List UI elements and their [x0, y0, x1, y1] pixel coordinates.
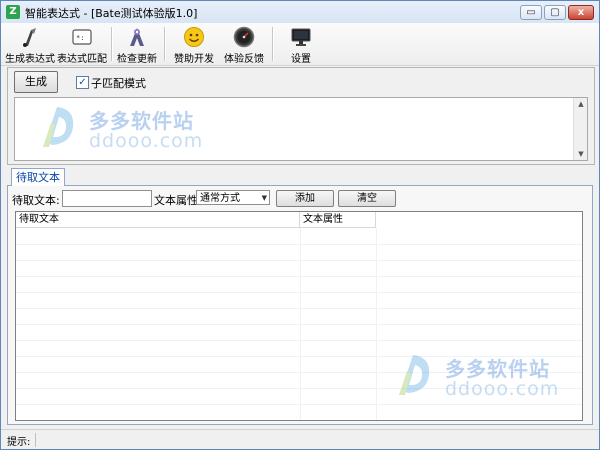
grid-line — [16, 356, 582, 357]
feedback-gauge-icon — [233, 26, 255, 48]
grid-line — [16, 260, 582, 261]
add-button[interactable]: 添加 — [276, 190, 334, 207]
grid-line — [16, 372, 582, 373]
app-icon: Z — [6, 5, 20, 19]
toolbar-generate-expression-button[interactable]: 生成表达式 — [5, 25, 55, 65]
app-window: Z 智能表达式 - [Bate测试体验版1.0] ▭ ▢ x 生成表达式 *: … — [0, 0, 600, 450]
toolbar-settings-button[interactable]: 设置 — [281, 25, 321, 65]
status-label: 提示: — [7, 437, 31, 448]
status-separator — [35, 433, 36, 447]
match-expression-icon: *: — [72, 29, 92, 45]
title-bar[interactable]: Z 智能表达式 - [Bate测试体验版1.0] ▭ ▢ x — [1, 1, 599, 24]
monitor-settings-icon — [291, 28, 311, 46]
toolbar: 生成表达式 *: 表达式匹配 检查更新 赞助开发 体验反馈 设置 — [1, 23, 599, 66]
output-area-frame: ▲ ▼ — [14, 97, 588, 161]
toolbar-label: 赞助开发 — [174, 54, 214, 65]
grid-line — [16, 324, 582, 325]
svg-text:*:: *: — [76, 34, 84, 42]
output-scrollbar[interactable]: ▲ ▼ — [573, 98, 587, 160]
tab-page: 待取文本: 文本属性: 通常方式 ▼ 添加 清空 待取文本 文本属性 — [7, 185, 593, 425]
toolbar-sponsor-button[interactable]: 赞助开发 — [171, 25, 217, 65]
submatch-mode-checkbox[interactable]: ✓ — [76, 76, 89, 89]
generate-panel: 生成 ✓ 子匹配模式 ▲ ▼ — [7, 67, 595, 165]
smiley-sponsor-icon — [184, 27, 204, 47]
toolbar-label: 设置 — [291, 54, 311, 65]
text-attribute-select[interactable]: 通常方式 ▼ — [196, 190, 270, 205]
close-button[interactable]: x — [568, 5, 594, 20]
toolbar-match-expression-button[interactable]: *: 表达式匹配 — [57, 25, 107, 65]
toolbar-check-update-button[interactable]: 检查更新 — [115, 25, 159, 65]
toolbar-label: 体验反馈 — [224, 54, 264, 65]
grid-line — [16, 404, 582, 405]
status-bar: 提示: — [1, 429, 599, 449]
clear-button[interactable]: 清空 — [338, 190, 396, 207]
grid-line — [16, 276, 582, 277]
toolbar-label: 生成表达式 — [5, 54, 55, 65]
text-attribute-label: 文本属性: — [154, 194, 202, 207]
grid-line — [16, 244, 582, 245]
pending-text-input[interactable] — [62, 190, 152, 207]
submatch-mode-label: 子匹配模式 — [91, 77, 146, 90]
toolbar-label: 表达式匹配 — [57, 54, 107, 65]
pending-text-label: 待取文本: — [12, 194, 60, 207]
chevron-down-icon: ▼ — [261, 194, 267, 202]
column-header-text-attribute[interactable]: 文本属性 — [300, 212, 376, 228]
grid-line — [16, 388, 582, 389]
minimize-button[interactable]: ▭ — [520, 5, 542, 20]
scroll-down-arrow-icon[interactable]: ▼ — [574, 148, 588, 160]
grid-line — [16, 308, 582, 309]
toolbar-separator — [111, 27, 113, 61]
toolbar-label: 检查更新 — [117, 54, 157, 65]
tab-pending-text[interactable]: 待取文本 — [11, 168, 65, 186]
grid-line — [16, 292, 582, 293]
maximize-button[interactable]: ▢ — [544, 5, 566, 20]
scroll-up-arrow-icon[interactable]: ▲ — [574, 98, 588, 110]
tab-container: 待取文本 待取文本: 文本属性: 通常方式 ▼ 添加 清空 待取文本 文本属性 — [7, 166, 593, 425]
generate-button[interactable]: 生成 — [14, 71, 58, 93]
toolbar-separator — [272, 27, 274, 61]
grid-line — [16, 340, 582, 341]
toolbar-separator — [164, 27, 166, 61]
pending-text-table[interactable]: 待取文本 文本属性 — [15, 211, 583, 421]
check-update-icon — [130, 28, 144, 46]
toolbar-feedback-button[interactable]: 体验反馈 — [221, 25, 267, 65]
column-header-pending-text[interactable]: 待取文本 — [16, 212, 300, 228]
window-title: 智能表达式 - [Bate测试体验版1.0] — [25, 7, 198, 20]
text-attribute-selected: 通常方式 — [200, 193, 240, 204]
generate-expression-icon — [23, 28, 36, 47]
